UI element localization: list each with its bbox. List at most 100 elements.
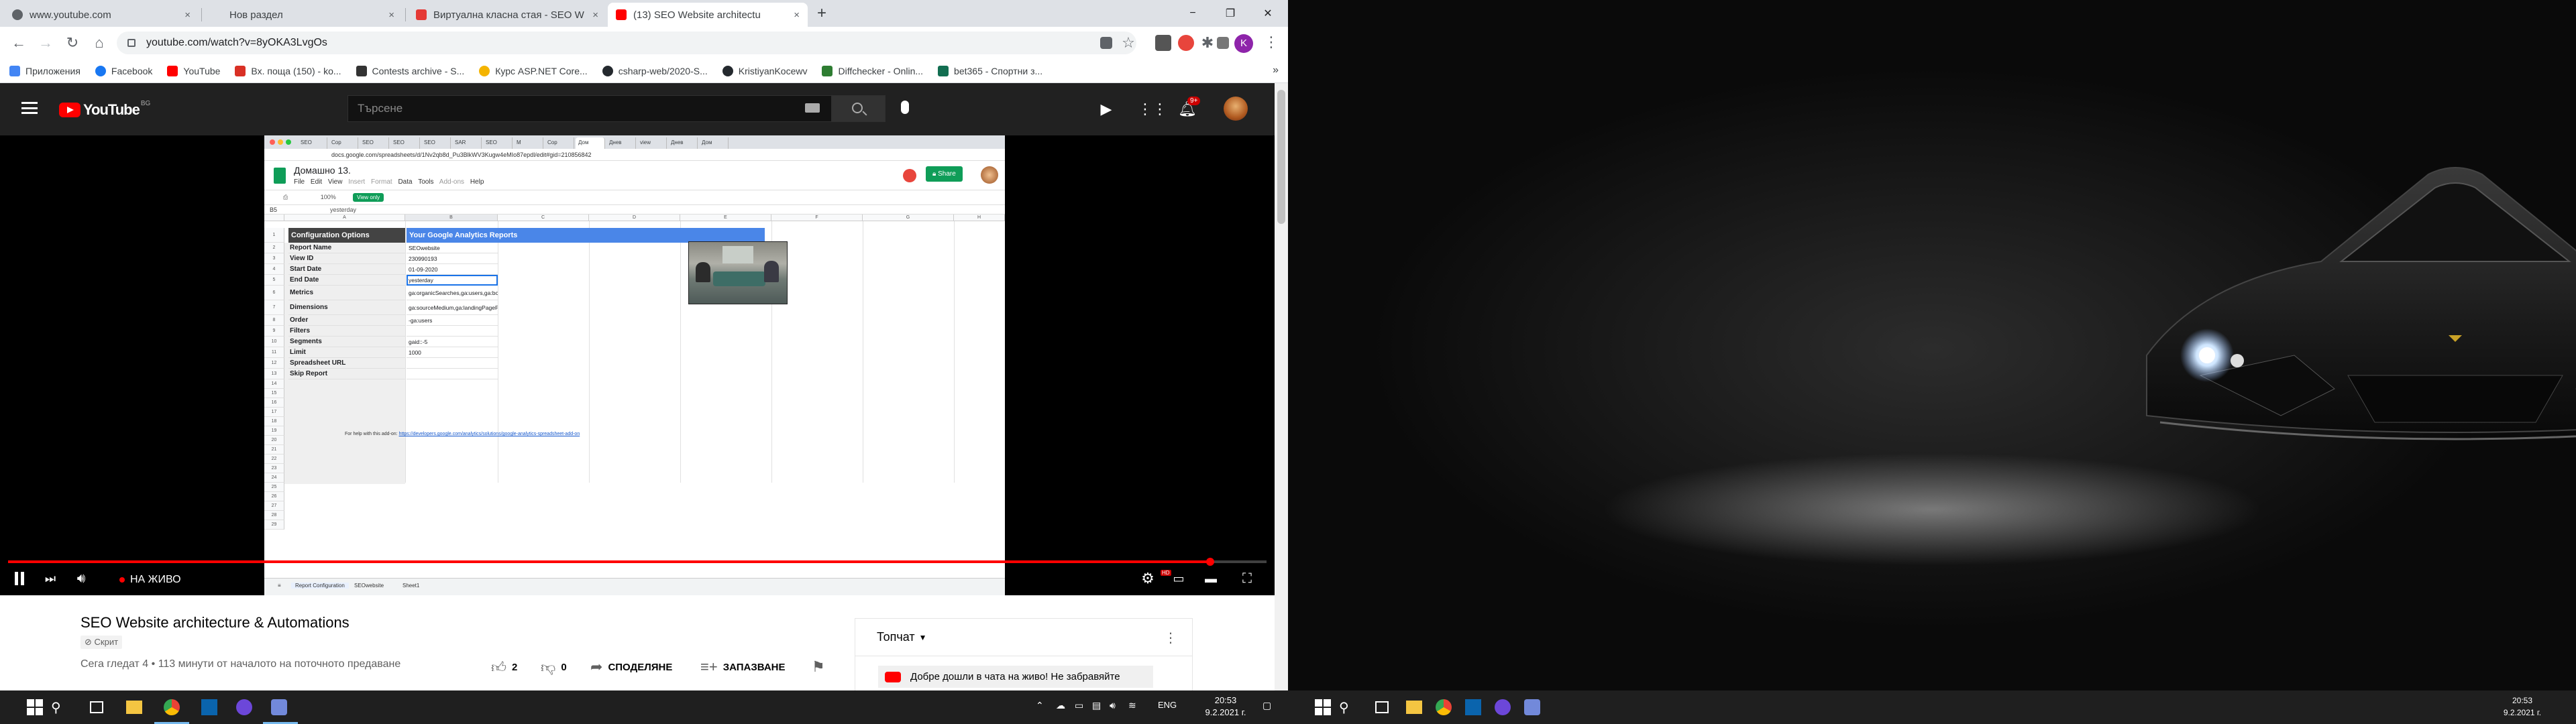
- share-button[interactable]: ➦ СПОДЕЛЯНЕ: [590, 658, 672, 676]
- discord-icon[interactable]: [271, 699, 287, 715]
- network-icon[interactable]: ▤: [1092, 700, 1101, 711]
- keyboard-icon[interactable]: [805, 103, 820, 113]
- bookmark-item[interactable]: Facebook: [95, 65, 152, 76]
- search-icon[interactable]: ⚲: [51, 699, 67, 715]
- bookmark-item[interactable]: Diffchecker - Onlin...: [822, 65, 923, 76]
- hamburger-menu-icon[interactable]: [21, 102, 38, 114]
- notification-center-icon[interactable]: ▢: [1263, 700, 1271, 711]
- battery-icon[interactable]: ▭: [1075, 700, 1083, 711]
- bookmark-item[interactable]: csharp-web/2020-S...: [602, 65, 708, 76]
- bookmark-item[interactable]: Вх. поща (150) - ko...: [235, 65, 341, 76]
- forward-arrow-icon[interactable]: →: [36, 34, 55, 52]
- miniplayer-icon[interactable]: ▭: [1169, 568, 1189, 589]
- pause-button[interactable]: [9, 568, 30, 589]
- viber-icon[interactable]: [236, 699, 252, 715]
- bookmark-item[interactable]: Приложения: [9, 65, 80, 76]
- dislike-button[interactable]: 👎︎ 0: [541, 658, 567, 676]
- bookmark-item[interactable]: Курс ASP.NET Core...: [479, 65, 588, 76]
- chat-header[interactable]: Топчат ▼ ⋮: [855, 619, 1192, 656]
- volume-icon[interactable]: 🔊︎: [71, 568, 91, 589]
- report-button[interactable]: ⚑: [812, 658, 830, 676]
- extension-icon[interactable]: [1217, 37, 1229, 49]
- cloud-icon[interactable]: ☁: [1056, 700, 1065, 711]
- profile-avatar[interactable]: K: [1234, 34, 1253, 53]
- back-arrow-icon[interactable]: ←: [9, 34, 28, 52]
- bookmark-item[interactable]: YouTube: [167, 65, 220, 76]
- chrome-icon[interactable]: [164, 699, 180, 715]
- bookmarks-overflow-button[interactable]: »: [1273, 64, 1279, 76]
- browser-tab-active[interactable]: (13) SEO Website architectu ×: [608, 3, 808, 27]
- row-number: 12: [264, 358, 284, 369]
- extension-icon[interactable]: [1155, 35, 1171, 51]
- chevron-up-icon[interactable]: ⌃: [1036, 700, 1044, 711]
- extension-icon[interactable]: [1178, 35, 1194, 51]
- wifi-icon[interactable]: ≋: [1128, 700, 1136, 711]
- github-icon: [602, 65, 613, 76]
- avatar[interactable]: [1224, 97, 1248, 121]
- config-value-cell: 01-09-2020: [407, 264, 498, 275]
- viber-icon[interactable]: [1495, 699, 1511, 715]
- close-icon[interactable]: ×: [592, 9, 598, 21]
- scrubber-handle[interactable]: [1206, 558, 1214, 566]
- star-icon[interactable]: ☆: [1120, 35, 1136, 51]
- settings-gear-icon[interactable]: ⚙︎: [1138, 568, 1158, 589]
- language-indicator[interactable]: ENG: [1158, 700, 1177, 710]
- puzzle-icon[interactable]: ✱: [1199, 35, 1216, 51]
- browser-tab[interactable]: Нов раздел ×: [204, 3, 402, 27]
- create-video-icon[interactable]: ▶: [1097, 101, 1115, 118]
- bookmark-item[interactable]: KristiyanKocewv: [722, 65, 807, 76]
- outlook-icon[interactable]: [201, 699, 217, 715]
- like-button[interactable]: 👍︎ 2: [491, 658, 517, 676]
- file-explorer-icon[interactable]: [1406, 701, 1422, 714]
- minimize-dot-icon: [278, 139, 283, 145]
- menu-help: Help: [470, 178, 484, 186]
- task-view-icon[interactable]: [90, 701, 103, 713]
- windows-start-icon[interactable]: [27, 699, 43, 715]
- new-tab-button[interactable]: +: [817, 5, 826, 21]
- close-icon[interactable]: ×: [388, 9, 394, 21]
- close-window-button[interactable]: ✕: [1249, 0, 1287, 27]
- microphone-icon[interactable]: [901, 101, 909, 114]
- maximize-button[interactable]: ❐: [1212, 0, 1249, 27]
- share-label: Share: [938, 170, 956, 178]
- outlook-icon[interactable]: [1465, 699, 1481, 715]
- fullscreen-icon[interactable]: ⛶: [1237, 568, 1257, 589]
- youtube-logo[interactable]: YouTube BG: [59, 100, 150, 119]
- bookmark-item[interactable]: Contests archive - S...: [356, 65, 464, 76]
- bookmark-item[interactable]: bet365 - Спортни з...: [938, 65, 1042, 76]
- address-bar[interactable]: youtube.com/watch?v=8yOKA3LvgOs: [117, 32, 1136, 54]
- search-input[interactable]: Търсене: [347, 95, 832, 122]
- search-icon[interactable]: ⚲: [1339, 699, 1355, 715]
- home-icon[interactable]: ⌂: [90, 34, 109, 52]
- close-icon[interactable]: ×: [184, 9, 191, 21]
- live-indicator[interactable]: НА ЖИВО: [119, 574, 181, 586]
- save-button[interactable]: ≡+ ЗАПАЗВАНЕ: [700, 658, 786, 676]
- menu-kebab-icon[interactable]: ⋮: [1264, 34, 1279, 51]
- file-explorer-icon[interactable]: [126, 701, 142, 714]
- scrollbar-thumb[interactable]: [1277, 90, 1285, 224]
- volume-icon[interactable]: 🔊︎: [1110, 700, 1116, 711]
- reload-icon[interactable]: ↻: [63, 34, 82, 52]
- zoom-icon[interactable]: [1100, 37, 1112, 49]
- chat-menu-kebab-icon[interactable]: ⋮: [1164, 629, 1177, 646]
- video-player[interactable]: SEO Сор SEO SEO SEO SAR SEO M Сор Дом Днев view Днев…: [0, 135, 1275, 595]
- search-button[interactable]: [832, 95, 885, 122]
- next-icon[interactable]: ⏭︎: [40, 568, 60, 589]
- browser-tab[interactable]: Виртуална класна стая - SEO W ×: [408, 3, 606, 27]
- clock[interactable]: 20:53 9.2.2021 г.: [1195, 695, 1256, 719]
- minimize-button[interactable]: −: [1174, 0, 1212, 27]
- chrome-icon[interactable]: [1436, 699, 1452, 715]
- bookmark-label: Приложения: [25, 65, 80, 76]
- progress-bar[interactable]: [8, 558, 1267, 566]
- theater-mode-icon[interactable]: ▬: [1201, 568, 1221, 589]
- close-icon[interactable]: ×: [794, 9, 800, 21]
- row-number: 22: [264, 455, 284, 464]
- person-shape: [764, 261, 779, 282]
- browser-tab[interactable]: www.youtube.com ×: [4, 3, 199, 27]
- page-scrollbar[interactable]: [1275, 83, 1288, 690]
- clock[interactable]: 20:53 9.2.2021 г.: [2496, 695, 2549, 719]
- task-view-icon[interactable]: [1375, 701, 1389, 713]
- windows-start-icon[interactable]: [1315, 699, 1331, 715]
- discord-icon[interactable]: [1524, 699, 1540, 715]
- apps-grid-icon[interactable]: ⋮⋮: [1138, 101, 1167, 118]
